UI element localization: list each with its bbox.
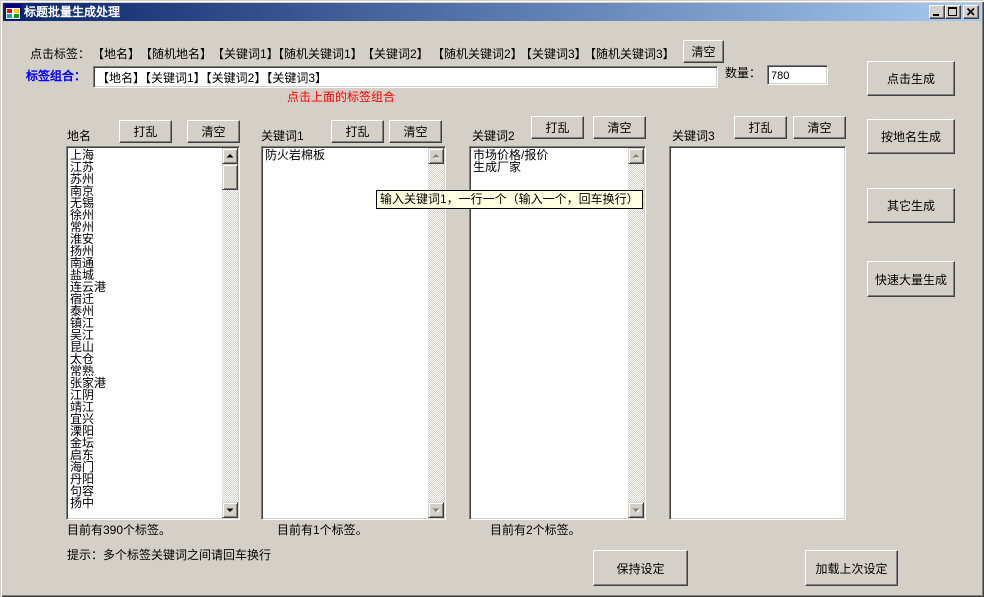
combo-label: 标签组合：	[26, 69, 87, 83]
close-icon	[966, 7, 975, 16]
close-button[interactable]	[963, 5, 979, 19]
list-item: 张家港	[70, 376, 107, 390]
list-item: 扬中	[70, 496, 95, 510]
tag-random-keyword1[interactable]: 【随机关键词1】	[272, 48, 363, 61]
other-generate-button[interactable]: 其它生成	[867, 188, 955, 223]
generate-button[interactable]: 点击生成	[867, 61, 955, 96]
clear-keyword2-button[interactable]: 清空	[593, 116, 646, 139]
quantity-label: 数量：	[725, 66, 762, 80]
quantity-input[interactable]	[767, 65, 828, 85]
place-list-scrollbar[interactable]	[222, 148, 238, 518]
keyword3-list-textbox[interactable]	[669, 146, 846, 520]
place-count-status: 目前有390个标签。	[67, 523, 172, 537]
scroll-down-button	[628, 502, 644, 518]
list-item: 昆山	[70, 340, 95, 354]
keyword2-count-status: 目前有2个标签。	[490, 523, 581, 537]
save-settings-button[interactable]: 保持设定	[593, 550, 688, 586]
shuffle-keyword2-button[interactable]: 打乱	[531, 116, 584, 139]
keyword1-count-status: 目前有1个标签。	[277, 523, 368, 537]
clear-keyword3-button[interactable]: 清空	[793, 116, 846, 139]
tag-random-keyword3[interactable]: 【随机关键词3】	[584, 48, 675, 61]
maximize-icon	[948, 7, 957, 16]
combo-input[interactable]	[93, 66, 718, 88]
scroll-up-button[interactable]	[222, 148, 238, 164]
place-list-textbox[interactable]: 上海 江苏 苏州 南京 无锡 徐州 常州 淮安 扬州 南通 盐城 连云港 宿迁 泰州 镇江 吴江 昆山 太仓 常熟张…	[66, 146, 240, 520]
app-window: 标题批量生成处理 点击标签： 【地名】 【随机地名】 【关键词1】 【随机关键词…	[0, 0, 984, 597]
scroll-down-button	[428, 502, 444, 518]
tag-keyword3[interactable]: 【关键词3】	[520, 48, 587, 61]
list-item: 太仓	[70, 352, 95, 366]
list-item: 镇江	[70, 316, 95, 330]
place-column-label: 地名	[67, 129, 92, 143]
scroll-up-button	[428, 148, 444, 164]
tag-keyword2[interactable]: 【关键词2】	[362, 48, 429, 61]
list-item: 防火岩棉板	[265, 148, 326, 162]
clear-keyword1-button[interactable]: 清空	[389, 120, 442, 143]
scroll-down-arrow-icon	[226, 508, 234, 512]
minimize-icon	[933, 14, 939, 16]
list-item: 丹阳	[70, 472, 95, 486]
keyword3-list-lines	[671, 148, 844, 518]
list-item: 南通	[70, 256, 95, 270]
clear-combo-button[interactable]: 清空	[683, 40, 724, 63]
scroll-up-arrow-icon	[226, 154, 234, 158]
keyword1-column-label: 关键词1	[261, 129, 304, 143]
list-item: 靖江	[70, 400, 95, 414]
list-item: 宿迁	[70, 292, 95, 306]
list-item: 无锡	[70, 196, 95, 210]
list-item: 徐州	[70, 208, 95, 222]
list-item: 海门	[70, 460, 95, 474]
keyword1-tooltip: 输入关键词1，一行一个（输入一个，回车换行）	[376, 190, 643, 209]
maximize-button[interactable]	[945, 5, 961, 19]
generate-by-place-button[interactable]: 按地名生成	[867, 119, 955, 154]
shuffle-place-button[interactable]: 打乱	[119, 120, 172, 143]
list-item: 吴江	[70, 328, 95, 342]
list-item: 连云港	[70, 280, 107, 294]
tip-text: 提示：多个标签关键词之间请回车换行	[67, 548, 272, 562]
list-item: 启东	[70, 448, 95, 462]
scroll-up-arrow-icon	[632, 154, 640, 158]
window-title: 标题批量生成处理	[24, 5, 121, 19]
minimize-button[interactable]	[929, 5, 945, 19]
tag-random-place[interactable]: 【随机地名】	[140, 48, 212, 61]
list-item: 宜兴	[70, 412, 95, 426]
load-last-settings-button[interactable]: 加载上次设定	[805, 550, 898, 586]
list-item: 扬州	[70, 244, 95, 258]
list-item: 江阴	[70, 388, 95, 402]
keyword2-column-label: 关键词2	[472, 129, 515, 143]
tag-bar-label: 点击标签：	[30, 47, 91, 61]
tag-random-keyword2[interactable]: 【随机关键词2】	[432, 48, 523, 61]
scroll-down-arrow-icon	[632, 508, 640, 512]
tag-place[interactable]: 【地名】	[92, 48, 140, 61]
scroll-up-arrow-icon	[432, 154, 440, 158]
shuffle-keyword3-button[interactable]: 打乱	[734, 116, 787, 139]
title-bar[interactable]: 标题批量生成处理	[3, 3, 981, 21]
keyword3-column-label: 关键词3	[672, 129, 715, 143]
list-item: 句容	[70, 484, 95, 498]
bulk-generate-button[interactable]: 快速大量生成	[867, 261, 955, 297]
app-icon	[5, 4, 21, 20]
shuffle-keyword1-button[interactable]: 打乱	[331, 120, 384, 143]
clear-place-button[interactable]: 清空	[187, 120, 240, 143]
scroll-up-button	[628, 148, 644, 164]
list-item: 溧阳	[70, 424, 95, 438]
scroll-down-arrow-icon	[432, 508, 440, 512]
list-item: 生成厂家	[473, 160, 522, 174]
tag-keyword1[interactable]: 【关键词1】	[212, 48, 279, 61]
list-item: 金坛	[70, 436, 95, 450]
combo-hint: 点击上面的标签组合	[287, 90, 396, 104]
place-list-lines: 上海 江苏 苏州 南京 无锡 徐州 常州 淮安 扬州 南通 盐城 连云港 宿迁 泰州 镇江 吴江 昆山 太仓 常熟张…	[68, 148, 238, 518]
list-item: 淮安	[70, 232, 95, 246]
list-item: 常州	[70, 220, 95, 234]
list-item: 江苏	[70, 160, 95, 174]
scrollbar-thumb[interactable]	[222, 164, 238, 190]
list-item: 苏州	[70, 172, 95, 186]
list-item: 上海	[70, 148, 95, 162]
list-item: 南京	[70, 184, 95, 198]
list-item: 泰州	[70, 304, 95, 318]
scroll-down-button[interactable]	[222, 502, 238, 518]
